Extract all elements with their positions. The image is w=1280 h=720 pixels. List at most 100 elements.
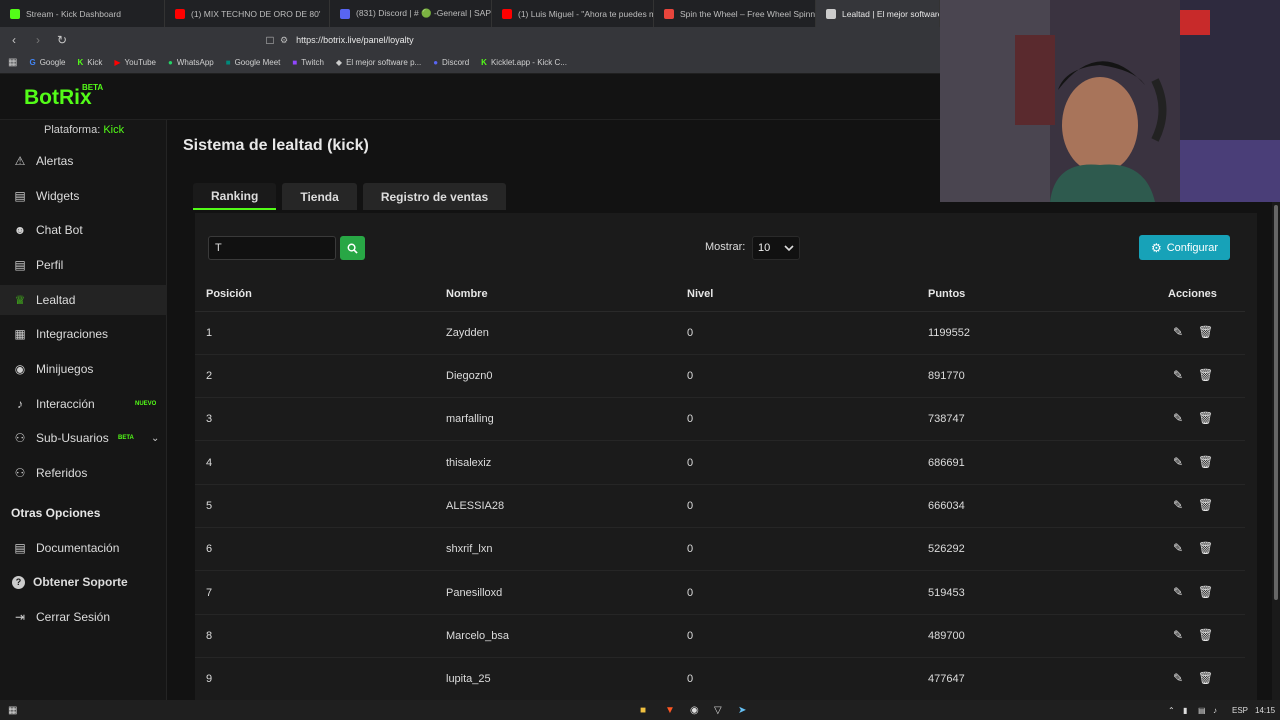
sidebar-item-interaccion[interactable]: ♪ Interacción NUEVO — [0, 389, 167, 419]
language-indicator[interactable]: ESP — [1232, 706, 1248, 715]
trash-icon[interactable]: 🗑 — [1198, 585, 1213, 599]
cell-points: 1199552 — [928, 327, 971, 339]
cell-name: Panesilloxd — [446, 587, 503, 599]
usb-icon[interactable]: ▮ — [1183, 706, 1187, 715]
kicklet-icon: K — [481, 58, 487, 67]
sidebar-item-widgets[interactable]: ▤ Widgets — [0, 181, 167, 211]
sidebar-item-soporte[interactable]: ? Obtener Soporte — [0, 567, 167, 597]
cell-position: 5 — [206, 500, 213, 512]
sidebar-item-lealtad[interactable]: ♕ Lealtad — [0, 285, 167, 315]
sidebar-item-perfil[interactable]: ▤ Perfil — [0, 250, 167, 280]
tray-chevron-icon[interactable]: ⌃ — [1168, 706, 1175, 715]
cell-level: 0 — [687, 370, 694, 382]
sidebar-item-sub-usuarios[interactable]: ⚇ Sub-Usuarios BETA ⌄ — [0, 423, 167, 453]
tab-ranking[interactable]: Ranking — [193, 183, 277, 210]
cell-level: 0 — [687, 587, 694, 599]
configurar-button[interactable]: ⚙ Configurar — [1139, 235, 1230, 260]
mostrar-select[interactable]: 10 — [752, 236, 800, 260]
trash-icon[interactable]: 🗑 — [1198, 628, 1213, 642]
search-button[interactable] — [340, 236, 365, 260]
column-header-nivel: Nivel — [687, 288, 714, 300]
sidebar-item-documentacion[interactable]: ▤ Documentación — [0, 533, 167, 563]
cell-level: 0 — [687, 457, 694, 469]
bookmark-icon[interactable]: □ — [260, 33, 280, 47]
trash-icon[interactable]: 🗑 — [1198, 498, 1213, 512]
cell-position: 9 — [206, 673, 213, 685]
tab-registro-ventas[interactable]: Registro de ventas — [362, 183, 507, 210]
site-info-icon[interactable]: ⚙ — [280, 35, 288, 46]
chevron-down-icon[interactable]: ⌄ — [151, 433, 159, 444]
bookmark-discord[interactable]: ● Discord — [433, 58, 469, 67]
trash-icon[interactable]: 🗑 — [1198, 671, 1213, 685]
tab-tienda[interactable]: Tienda — [282, 183, 357, 210]
edit-icon[interactable]: ✎ — [1173, 541, 1183, 555]
table-row: 1 Zaydden 0 1199552 ✎ 🗑 — [195, 312, 1245, 355]
tab-favicon-icon — [826, 8, 836, 19]
edit-icon[interactable]: ✎ — [1173, 585, 1183, 599]
back-icon[interactable]: ‹ — [4, 33, 24, 47]
volume-icon[interactable]: ♪ — [1213, 706, 1217, 715]
search-input[interactable] — [208, 236, 336, 260]
column-header-acciones: Acciones — [1168, 288, 1217, 300]
sidebar-item-chat-bot[interactable]: ☻ Chat Bot — [0, 215, 167, 245]
webcam-image — [940, 0, 1280, 202]
sidebar-item-alertas[interactable]: ⚠ Alertas — [0, 146, 167, 176]
scrollbar-thumb[interactable] — [1274, 205, 1278, 600]
apps-grid-icon[interactable]: ▦ — [8, 57, 17, 68]
bookmark-twitch[interactable]: ■ Twitch — [292, 58, 324, 67]
browser-tab[interactable]: (1) MIX TECHNO DE ORO DE 80' — [165, 0, 330, 27]
cell-points: 489700 — [928, 630, 965, 642]
gamepad-icon: ◉ — [14, 362, 26, 376]
windows-start-icon[interactable]: ▦ — [8, 705, 17, 716]
edit-icon[interactable]: ✎ — [1173, 411, 1183, 425]
edit-icon[interactable]: ✎ — [1173, 628, 1183, 642]
bookmark-whatsapp[interactable]: ● WhatsApp — [168, 58, 214, 67]
forward-icon[interactable]: › — [28, 33, 48, 47]
vivaldi-icon[interactable]: ▽ — [714, 705, 722, 716]
sidebar-item-integraciones[interactable]: ▦ Integraciones — [0, 319, 167, 349]
clock[interactable]: 14:15 — [1255, 706, 1275, 715]
sidebar-item-referidos[interactable]: ⚇ Referidos — [0, 458, 167, 488]
bookmark-google-meet[interactable]: ■ Google Meet — [226, 58, 281, 67]
obs-icon[interactable]: ◉ — [690, 705, 699, 716]
reload-icon[interactable]: ↻ — [52, 33, 72, 47]
cell-name: thisalexiz — [446, 457, 492, 469]
edit-icon[interactable]: ✎ — [1173, 455, 1183, 469]
mostrar-label: Mostrar: — [705, 241, 746, 253]
edit-icon[interactable]: ✎ — [1173, 368, 1183, 382]
music-icon: ♪ — [17, 397, 23, 411]
sidebar-item-minijuegos[interactable]: ◉ Minijuegos — [0, 354, 167, 384]
botrix-logo[interactable]: BotRix BETA — [24, 83, 103, 110]
edit-icon[interactable]: ✎ — [1173, 498, 1183, 512]
steam-icon[interactable]: ➤ — [738, 705, 746, 716]
sidebar-item-cerrar-sesion[interactable]: ⇥ Cerrar Sesión — [0, 602, 167, 632]
network-icon[interactable]: ▤ — [1198, 706, 1206, 715]
trash-icon[interactable]: 🗑 — [1198, 368, 1213, 382]
bookmark-kicklet[interactable]: K Kicklet.app - Kick C... — [481, 58, 567, 67]
browser-tab[interactable]: (831) Discord | # 🟢 -General | SAPOLI — [330, 0, 492, 27]
trash-icon[interactable]: 🗑 — [1198, 455, 1213, 469]
brave-browser-icon[interactable]: ▼ — [665, 705, 675, 716]
trash-icon[interactable]: 🗑 — [1198, 541, 1213, 555]
browser-tab[interactable]: Stream - Kick Dashboard — [0, 0, 165, 27]
bookmark-youtube[interactable]: ▶ YouTube — [114, 58, 156, 67]
bookmark-kick[interactable]: K Kick — [77, 58, 102, 67]
folder-icon[interactable]: ■ — [640, 705, 646, 716]
url-field[interactable]: ⚙ https://botrix.live/panel/loyalty — [280, 31, 414, 49]
botrix-icon: ◆ — [335, 58, 343, 67]
bookmark-botrix[interactable]: ◆ El mejor software p... — [336, 58, 421, 67]
browser-tab[interactable]: (1) Luis Miguel - "Ahora te puedes m — [492, 0, 654, 27]
google-icon: G — [29, 58, 36, 67]
edit-icon[interactable]: ✎ — [1173, 325, 1183, 339]
trash-icon[interactable]: 🗑 — [1198, 325, 1213, 339]
page-tabs: Ranking Tienda Registro de ventas — [193, 183, 507, 211]
browser-tab[interactable]: Spin the Wheel – Free Wheel Spinner — [654, 0, 816, 27]
trash-icon[interactable]: 🗑 — [1198, 411, 1213, 425]
edit-icon[interactable]: ✎ — [1173, 671, 1183, 685]
nuevo-badge: NUEVO — [135, 401, 157, 407]
tab-favicon-icon — [664, 8, 674, 19]
cell-points: 686691 — [928, 457, 965, 469]
bookmark-google[interactable]: G Google — [29, 58, 65, 67]
column-header-posicion: Posición — [206, 288, 252, 300]
browser-tab-active[interactable]: Lealtad | El mejor software pa — [816, 0, 940, 27]
